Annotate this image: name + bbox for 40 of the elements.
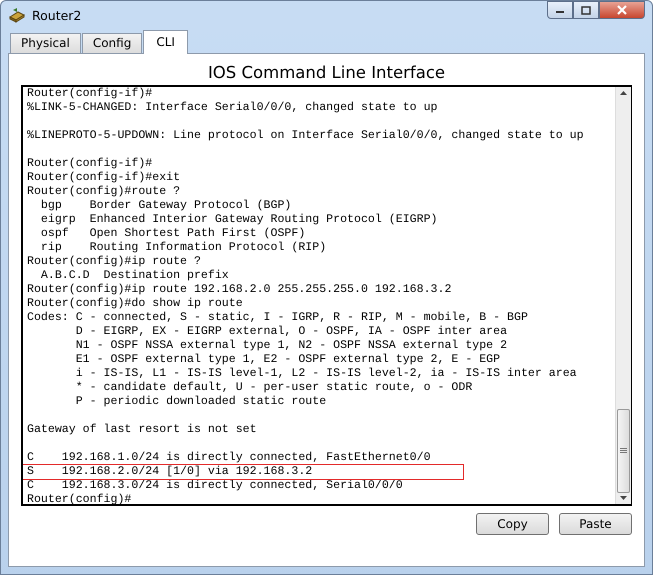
terminal-line: C 192.168.1.0/24 is directly connected, FastEthernet0/0 [27,451,432,465]
terminal-line: A.B.C.D Destination prefix [40,269,230,283]
terminal-line: %LINEPROTO-5-UPDOWN: Line protocol on Interface Serial0/0/0, changed state to up [27,129,585,143]
tab[interactable]: CLI [143,30,188,54]
terminal-line: D - EIGRP, EX - EIGRP external, O - OSPF, IA - OSPF inter area [74,325,508,339]
action-button[interactable]: Copy [476,513,549,535]
terminal-line: Router(config)#do show ip route [27,297,244,311]
terminal-line: Codes: C - connected, S - static, I - IGRP, R - RIP, M - mobile, B - BGP [27,311,529,325]
tab[interactable]: Physical [10,33,81,53]
terminal-line: %LINK-5-CHANGED: Interface Serial0/0/0, changed state to up [27,101,438,115]
window-title: Router2 [32,8,82,22]
action-button[interactable]: Paste [559,513,632,535]
panel-heading: IOS Command Line Interface [206,63,446,82]
terminal-line: Router(config)#ip route 192.168.2.0 255.255.255.0 192.168.3.2 [27,283,452,297]
terminal-line: i - IS-IS, L1 - IS-IS level-1, L2 - IS-IS level-2, ia - IS-IS inter area [74,367,578,381]
maximize-button[interactable] [573,1,599,19]
minimize-button[interactable] [547,1,573,19]
tab[interactable]: Config [82,33,142,53]
terminal-line: ospf Open Shortest Path First (OSPF) [40,227,306,241]
terminal-line: * - candidate default, U - per-user static route, o - ODR [74,381,474,395]
terminal-line: Router(config-if)#exit [27,171,182,185]
close-button[interactable] [599,1,645,19]
terminal-line: eigrp Enhanced Interior Gateway Routing Protocol (EIGRP) [40,213,438,227]
router-icon [8,7,26,23]
terminal-console[interactable] [21,85,632,506]
scrollbar-thumb[interactable] [617,408,630,492]
terminal-line: N1 - OSPF NSSA external type 1, N2 - OSPF NSSA external type 2 [74,339,508,353]
terminal-line: Router(config)#route ? [27,185,182,199]
terminal-line: bgp Border Gateway Protocol (BGP) [40,199,292,213]
maximize-icon [581,6,591,14]
terminal-line: E1 - OSPF external type 1, E2 - OSPF external type 2, E - EGP [74,353,502,367]
terminal-line: P - periodic downloaded static route [74,395,328,409]
terminal-line: Router(config)#ip route ? [27,255,202,269]
terminal-line: Gateway of last resort is not set [27,423,258,437]
terminal-line: C 192.168.3.0/24 is directly connected, Serial0/0/0 [27,479,404,493]
close-icon [616,5,628,15]
terminal-line: Router(config-if)# [27,87,154,101]
terminal-line: rip Routing Information Protocol (RIP) [40,241,328,255]
terminal-line: Router(config-if)# [27,157,154,171]
highlighted-terminal-line: S 192.168.2.0/24 [1/0] via 192.168.3.2 [23,465,463,479]
